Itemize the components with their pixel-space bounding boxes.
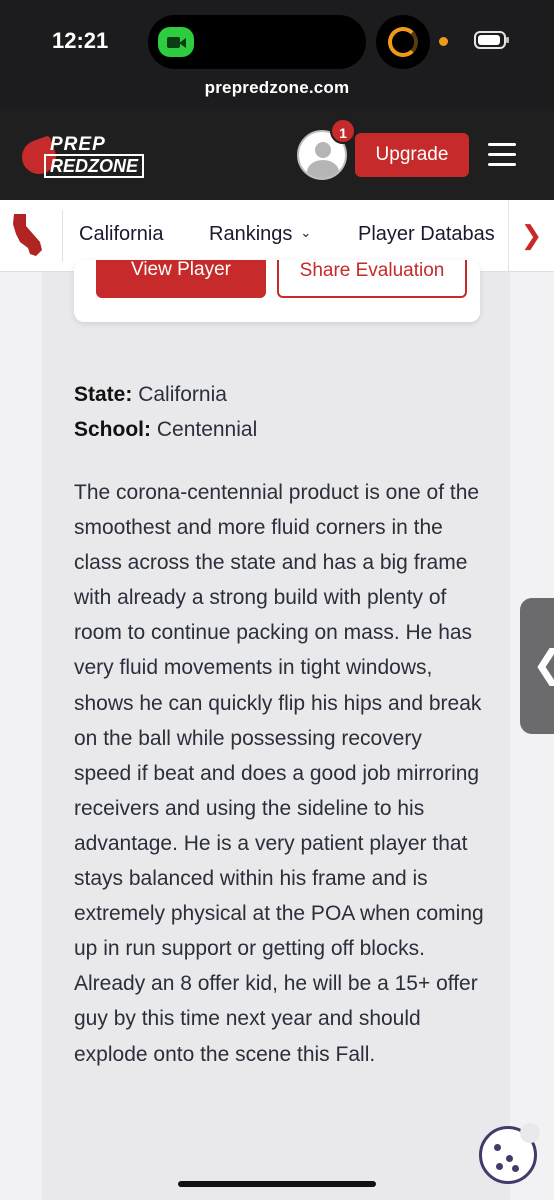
notification-badge[interactable]: 1 [330,118,356,144]
side-tab[interactable]: ❮ [520,598,554,734]
player-card: View Player Share Evaluation [74,260,480,322]
site-header: PREP REDZONE [0,108,554,200]
california-state-icon[interactable] [10,212,50,258]
nav-divider [62,210,63,262]
cookie-icon[interactable] [479,1123,540,1184]
camera-icon [158,27,194,57]
hamburger-menu-icon[interactable] [488,143,516,167]
dynamic-island [148,15,366,69]
nav-item-california[interactable]: California [79,223,163,246]
site-logo[interactable]: PREP REDZONE [17,134,150,180]
state-value: California [138,383,227,406]
chevron-right-icon[interactable]: ❯ [508,200,554,271]
state-info: State: California [74,383,227,407]
status-time: 12:21 [52,28,109,53]
nav-item-label: Player Databas [358,223,495,245]
nav-item-label: Rankings [209,223,293,245]
status-bar: 12:21 prepredzone.com [0,0,554,108]
evaluation-text: The corona-centennial product is one of … [74,481,484,1066]
timer-icon [376,15,430,69]
view-player-button[interactable]: View Player [96,260,266,298]
school-value: Centennial [156,418,258,441]
browser-url[interactable]: prepredzone.com [0,78,554,98]
chevron-down-icon: ⌄ [300,225,312,240]
privacy-indicator-icon [439,37,448,46]
upgrade-button[interactable]: Upgrade [355,133,469,177]
school-info: School: Centennial [74,418,257,442]
nav-item-label: California [79,223,164,245]
battery-icon [474,31,509,49]
home-indicator[interactable] [178,1181,376,1187]
chevron-left-icon: ❮ [532,642,554,687]
nav-item-player-database[interactable]: Player Databas [358,223,495,246]
state-label: State: [74,383,133,406]
logo-text-line2: REDZONE [44,154,145,178]
school-label: School: [74,418,151,441]
share-evaluation-button[interactable]: Share Evaluation [277,260,467,298]
logo-text-line1: PREP [50,134,106,155]
nav-item-rankings[interactable]: Rankings ⌄ [209,223,311,246]
